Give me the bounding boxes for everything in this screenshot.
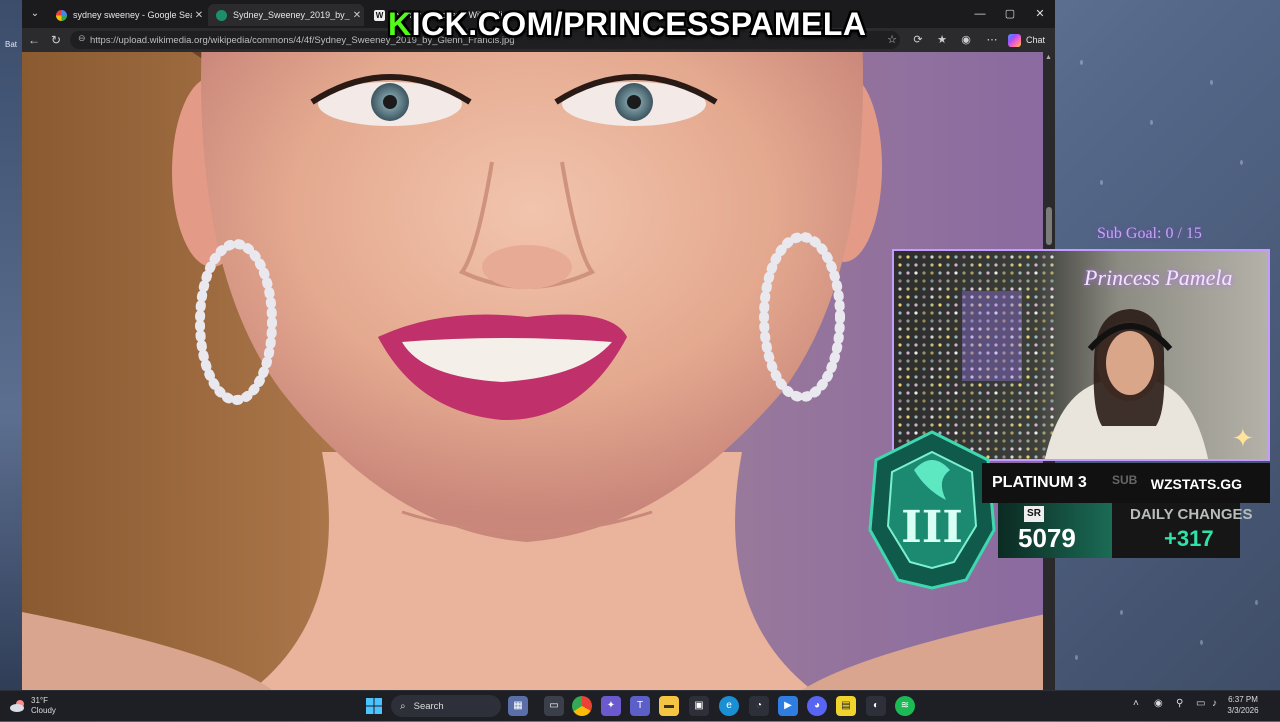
scroll-thumb[interactable] (1046, 207, 1052, 245)
tray-overflow-icon[interactable]: ˄ (1133, 698, 1139, 709)
wzstats-panel: PLATINUM 3 SUB WZSTATS.GG SR 5079 DAILY … (982, 463, 1270, 558)
platinum-rank-emblem-icon: III (868, 430, 996, 590)
favorite-star-icon[interactable]: ☆ (884, 32, 900, 48)
desktop-edge: Bat (0, 0, 22, 690)
desktop-label: Bat (5, 40, 18, 49)
profile-icon[interactable]: ◉ (958, 32, 974, 48)
stats-header: PLATINUM 3 SUB WZSTATS.GG (982, 463, 1270, 503)
discord-icon[interactable]: ◕ (807, 696, 827, 716)
windows-taskbar: 31°F Cloudy ⌕ Search ▦ ▭ ✦ T ▬ ▣ e ◔ ▶ ◕… (0, 690, 1280, 721)
wikimedia-icon (216, 9, 227, 21)
kick-channel-banner: KICK.COM/PRINCESSPAMELA (388, 6, 866, 43)
site-info-icon[interactable]: ⊖ (78, 33, 86, 44)
store-icon[interactable]: ▣ (689, 696, 709, 716)
minimize-icon[interactable]: — (967, 5, 993, 23)
maximize-icon[interactable]: ▢ (997, 5, 1023, 23)
task-view-icon[interactable]: ▭ (544, 696, 564, 716)
reload-icon[interactable]: ↻ (48, 32, 64, 48)
sr-value: 5079 (1018, 523, 1076, 553)
stats-body: SR 5079 DAILY CHANGES +317 (982, 503, 1270, 558)
network-icon[interactable]: ▭ (1196, 698, 1205, 709)
kick-channel-text: ICK.COM/PRINCESSPAMELA (411, 6, 867, 42)
close-tab-icon[interactable]: ✕ (350, 10, 364, 21)
tab-actions-menu-icon[interactable]: ⌄ (26, 5, 44, 23)
close-window-icon[interactable]: ✕ (1027, 5, 1053, 23)
app-icon-2[interactable]: ▶ (778, 696, 798, 716)
tab-google-search[interactable]: sydney sweeney - Google Search ✕ (48, 4, 206, 26)
more-menu-icon[interactable]: ⋯ (984, 32, 1000, 48)
stats-site-label: WZSTATS.GG (1150, 476, 1242, 492)
tab-title: sydney sweeney - Google Search (73, 10, 192, 20)
wikipedia-icon: W (374, 9, 385, 21)
scroll-up-arrow-icon[interactable]: ▲ (1045, 54, 1052, 61)
close-tab-icon[interactable]: ✕ (192, 10, 206, 21)
taskbar-clock[interactable]: 6:37 PM 3/3/2026 (1226, 694, 1260, 716)
google-icon (56, 9, 67, 21)
back-arrow-icon[interactable]: ← (26, 32, 42, 48)
daily-changes-label: DAILY CHANGES (1130, 506, 1253, 523)
start-windows-icon[interactable] (364, 696, 384, 716)
search-icon: ⌕ (400, 700, 406, 712)
taskbar-search-label: Search (413, 700, 444, 712)
clock-time: 6:37 PM (1228, 695, 1258, 704)
kick-logo-letter: K (388, 6, 412, 42)
sr-badge: SR (1024, 506, 1044, 522)
copilot-taskbar-icon[interactable]: ✦ (601, 696, 621, 716)
daily-changes-box: DAILY CHANGES +317 (1112, 503, 1253, 558)
sr-box: SR 5079 (998, 503, 1112, 558)
rank-label: PLATINUM 3 (992, 474, 1087, 491)
weather-temperature: 31°F (31, 696, 48, 705)
obs-icon[interactable]: ◐ (866, 696, 886, 716)
svg-text:III: III (901, 502, 963, 553)
teams-icon[interactable]: T (630, 696, 650, 716)
tray-app-icon[interactable]: ◉ (1154, 698, 1163, 709)
daily-changes-value: +317 (1164, 526, 1214, 551)
edge-icon[interactable]: e (719, 696, 739, 716)
favorites-icon[interactable]: ★ (934, 32, 950, 48)
microphone-icon[interactable]: ⚲ (1176, 698, 1183, 709)
sub-goal-counter: Sub Goal: 0 / 15 (1097, 225, 1202, 242)
sub-tag: SUB (1112, 473, 1138, 487)
notes-icon[interactable]: ▤ (836, 696, 856, 716)
svg-text:✦: ✦ (1232, 424, 1254, 454)
tab-title: Sydney_Sweeney_2019_by_Glenn_ (233, 10, 350, 20)
widgets-icon[interactable]: ▦ (508, 696, 528, 716)
app-icon-1[interactable]: ◔ (749, 696, 769, 716)
cloudy-weather-icon (10, 699, 26, 713)
copilot-icon (1008, 33, 1021, 47)
copilot-chat-button[interactable]: Chat (1008, 32, 1045, 48)
streamer-name-overlay: Princess Pamela (1084, 265, 1233, 290)
volume-icon[interactable]: ♪ (1212, 698, 1217, 709)
spotify-icon[interactable]: ≋ (895, 696, 915, 716)
weather-description: Cloudy (31, 706, 56, 715)
extensions-icon[interactable]: ⟳ (910, 32, 926, 48)
tab-wikimedia-image[interactable]: Sydney_Sweeney_2019_by_Glenn_ ✕ (208, 4, 364, 26)
file-explorer-icon[interactable]: ▬ (659, 696, 679, 716)
weather-widget[interactable]: 31°F Cloudy (10, 694, 56, 718)
taskbar-search[interactable]: ⌕ Search (391, 695, 501, 717)
clock-date: 3/3/2026 (1227, 706, 1259, 715)
chrome-icon[interactable] (572, 696, 592, 716)
chat-label: Chat (1026, 35, 1046, 45)
